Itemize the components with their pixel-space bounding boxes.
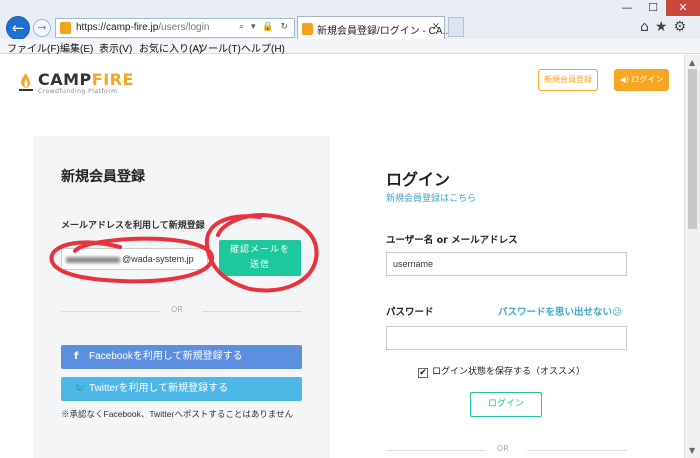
menu-help[interactable]: ヘルプ(H) bbox=[241, 40, 285, 55]
menu-file[interactable]: ファイル(F) bbox=[7, 40, 60, 55]
tab-close-icon[interactable]: × bbox=[432, 21, 440, 32]
password-label: パスワード bbox=[386, 307, 434, 318]
browser-chrome: ← → https://camp-fire.jp/users/login ⌕ ▾… bbox=[0, 0, 700, 55]
browser-toolbar-icons[interactable]: ⌂★⚙ bbox=[640, 19, 692, 35]
window-maximize-button[interactable]: ☐ bbox=[640, 0, 666, 16]
social-post-note: ※承認なくFacebook、Twitterへポストすることはありません bbox=[61, 409, 294, 419]
logo-wordmark: CAMPFIRE bbox=[38, 70, 134, 89]
username-label: ユーザー名 or メールアドレス bbox=[386, 235, 518, 246]
divider-line bbox=[202, 311, 302, 312]
menu-favorites[interactable]: お気に入り(A) bbox=[139, 40, 202, 55]
header-signup-button[interactable]: 新規会員登録 bbox=[538, 69, 598, 91]
password-input[interactable] bbox=[386, 326, 627, 350]
back-button[interactable]: ← bbox=[6, 16, 30, 40]
scroll-down-icon[interactable]: ▼ bbox=[689, 446, 695, 455]
header-login-button[interactable]: ◀) ログイン bbox=[614, 69, 669, 91]
arrow-left-icon: ← bbox=[11, 19, 25, 37]
window-close-button[interactable]: ✕ bbox=[666, 0, 700, 16]
signup-panel: 新規会員登録 メールアドレスを利用して新規登録 @wada-system.jp … bbox=[33, 136, 330, 458]
scrollbar-thumb[interactable] bbox=[688, 69, 697, 229]
menu-edit[interactable]: 編集(E) bbox=[60, 40, 93, 55]
send-confirmation-button[interactable]: 確認メールを 送信 bbox=[219, 240, 301, 276]
signup-link[interactable]: 新規会員登録はこちら bbox=[386, 191, 476, 204]
remember-label: ログイン状態を保存する（オススメ） bbox=[432, 367, 586, 377]
page-content: CAMPFIRE Crowdfunding Platform 新規会員登録 ◀)… bbox=[0, 55, 684, 458]
redacted-text bbox=[66, 256, 120, 263]
twitter-signup-label: Twitterを利用して新規登録する bbox=[89, 383, 229, 394]
login-title: ログイン bbox=[386, 170, 451, 189]
twitter-icon: 🐦 bbox=[74, 383, 87, 394]
divider-line bbox=[386, 450, 486, 451]
tab-favicon-icon bbox=[302, 23, 313, 35]
arrow-right-icon: → bbox=[37, 21, 47, 34]
address-tools-icons[interactable]: ⌕ ▾ 🔒 ↻ bbox=[239, 22, 290, 32]
scroll-up-icon[interactable]: ▲ bbox=[689, 58, 695, 67]
login-submit-button[interactable]: ログイン bbox=[470, 392, 542, 417]
site-favicon-icon bbox=[60, 22, 71, 34]
or-divider: OR bbox=[61, 305, 302, 317]
or-label: OR bbox=[171, 305, 183, 314]
logo-tagline: Crowdfunding Platform bbox=[38, 88, 118, 95]
address-url: https://camp-fire.jp/users/login bbox=[76, 22, 210, 33]
window-minimize-button[interactable]: — bbox=[614, 0, 640, 16]
or-label: OR bbox=[497, 444, 509, 453]
remember-checkbox[interactable]: ✔ bbox=[418, 368, 428, 378]
remember-login[interactable]: ✔ ログイン状態を保存する（オススメ） bbox=[418, 364, 585, 378]
address-bar[interactable]: https://camp-fire.jp/users/login ⌕ ▾ 🔒 ↻ bbox=[55, 18, 295, 38]
divider-line bbox=[527, 450, 627, 451]
forward-button[interactable]: → bbox=[33, 19, 51, 37]
facebook-signup-button[interactable]: f Facebookを利用して新規登録する bbox=[61, 345, 302, 369]
login-or-divider: OR bbox=[386, 444, 627, 456]
menu-view[interactable]: 表示(V) bbox=[99, 40, 132, 55]
username-input[interactable]: username bbox=[386, 252, 627, 276]
new-tab-button[interactable] bbox=[448, 17, 464, 37]
facebook-icon: f bbox=[74, 351, 79, 362]
forgot-password-link[interactable]: パスワードを思い出せない😕 bbox=[498, 304, 622, 318]
tab-camp-fire-login[interactable]: 新規会員登録/ログイン - CA... × bbox=[297, 16, 451, 40]
campfire-logo[interactable]: CAMPFIRE Crowdfunding Platform bbox=[16, 70, 136, 96]
menu-tools[interactable]: ツール(T) bbox=[198, 40, 241, 55]
signup-title: 新規会員登録 bbox=[61, 169, 145, 185]
divider-line bbox=[61, 311, 161, 312]
vertical-scrollbar[interactable]: ▲ ▼ bbox=[684, 55, 700, 458]
email-signup-label: メールアドレスを利用して新規登録 bbox=[61, 221, 205, 231]
flame-icon bbox=[19, 73, 33, 91]
email-input[interactable]: @wada-system.jp bbox=[61, 248, 208, 270]
twitter-signup-button[interactable]: 🐦 Twitterを利用して新規登録する bbox=[61, 377, 302, 401]
menu-bar: ファイル(F) 編集(E) 表示(V) お気に入り(A) ツール(T) ヘルプ(… bbox=[0, 39, 700, 55]
facebook-signup-label: Facebookを利用して新規登録する bbox=[89, 351, 243, 362]
